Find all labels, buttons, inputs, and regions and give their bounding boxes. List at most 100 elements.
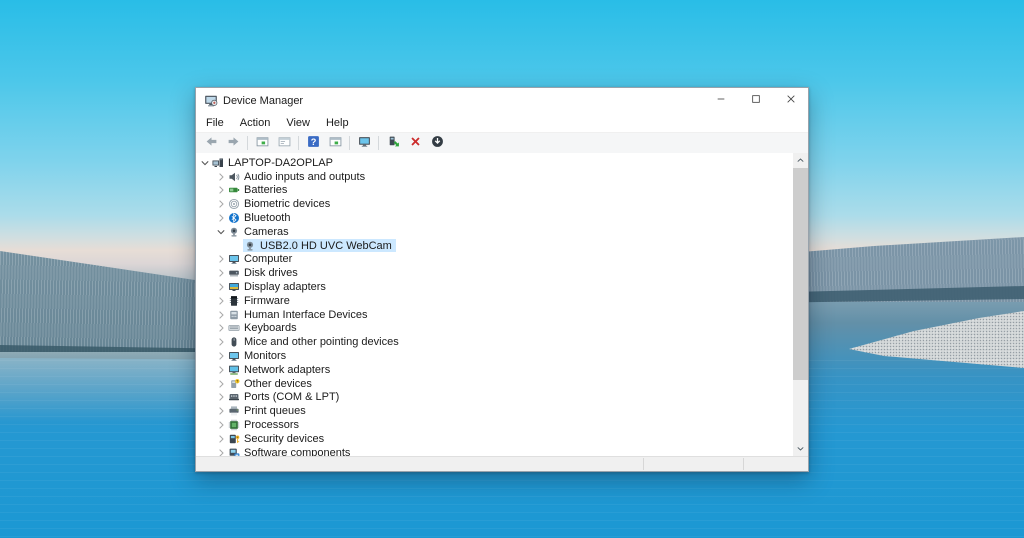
chevron-collapsed-icon[interactable]: [215, 309, 227, 321]
tree-item[interactable]: Batteries: [196, 184, 793, 198]
console-window-button[interactable]: [251, 134, 273, 152]
chevron-collapsed-icon[interactable]: [215, 198, 227, 210]
uninstall-icon: [409, 135, 422, 151]
help-button[interactable]: ?: [302, 134, 324, 152]
chevron-collapsed-icon[interactable]: [215, 447, 227, 456]
tree-item-label: Audio inputs and outputs: [244, 170, 366, 183]
scrollbar-thumb[interactable]: [793, 168, 808, 380]
chevron-collapsed-icon[interactable]: [215, 419, 227, 431]
tree-item[interactable]: USB2.0 HD UVC WebCam: [196, 238, 793, 253]
close-button[interactable]: [773, 88, 808, 113]
tree-item[interactable]: Ports (COM & LPT): [196, 391, 793, 405]
chevron-collapsed-icon[interactable]: [215, 281, 227, 293]
chevron-collapsed-icon[interactable]: [215, 212, 227, 224]
camera-icon: [228, 226, 241, 238]
tree-item-label: USB2.0 HD UVC WebCam: [260, 239, 392, 252]
vertical-scrollbar[interactable]: [793, 153, 808, 456]
chevron-expanded-icon[interactable]: [199, 157, 211, 169]
software-icon: [228, 447, 241, 456]
status-bar: [196, 456, 808, 471]
console-window-button[interactable]: [324, 134, 346, 152]
maximize-button[interactable]: [738, 88, 773, 113]
chevron-collapsed-icon[interactable]: [215, 184, 227, 196]
chevron-expanded-icon[interactable]: [215, 226, 227, 238]
tree-item[interactable]: Biometric devices: [196, 197, 793, 211]
chevron-collapsed-icon[interactable]: [215, 405, 227, 417]
tree-item[interactable]: Network adapters: [196, 363, 793, 377]
ports-icon: [228, 391, 241, 403]
chevron-collapsed-icon[interactable]: [215, 350, 227, 362]
chevron-collapsed-icon[interactable]: [215, 433, 227, 445]
chevron-collapsed-icon[interactable]: [215, 378, 227, 390]
printer-icon: [228, 405, 241, 417]
tree-item-content: Disk drives: [227, 267, 302, 281]
tree-item-content: Batteries: [227, 184, 291, 198]
chevron-collapsed-icon[interactable]: [215, 267, 227, 279]
tree-item[interactable]: Display adapters: [196, 280, 793, 294]
tree-item-label: Network adapters: [244, 363, 331, 376]
firmware-icon: [228, 295, 241, 307]
tree-item[interactable]: LAPTOP-DA2OPLAP: [196, 156, 793, 170]
update-driver-button[interactable]: [382, 134, 404, 152]
tree-item-selected: USB2.0 HD UVC WebCam: [243, 238, 396, 253]
title-bar[interactable]: Device Manager: [196, 88, 808, 113]
tree-item[interactable]: Processors: [196, 418, 793, 432]
monitor-icon: [228, 350, 241, 362]
tree-item[interactable]: Disk drives: [196, 266, 793, 280]
properties-window-button[interactable]: [273, 134, 295, 152]
tree-item[interactable]: Monitors: [196, 349, 793, 363]
back-arrow-button[interactable]: [200, 134, 222, 152]
hid-icon: [228, 309, 241, 321]
menu-action[interactable]: Action: [232, 115, 279, 131]
tree-item[interactable]: Security devices: [196, 432, 793, 446]
fingerprint-icon: [228, 198, 241, 210]
help-icon: ?: [307, 135, 320, 151]
tree-item[interactable]: Keyboards: [196, 322, 793, 336]
window-controls: [703, 88, 808, 113]
tree-item[interactable]: Software components: [196, 446, 793, 456]
menu-help[interactable]: Help: [318, 115, 357, 131]
chevron-collapsed-icon[interactable]: [215, 253, 227, 265]
computer-root-icon: [212, 157, 225, 169]
close-icon: [786, 94, 796, 107]
chevron-collapsed-icon[interactable]: [215, 295, 227, 307]
tree-item[interactable]: Print queues: [196, 404, 793, 418]
disk-icon: [228, 267, 241, 279]
chevron-collapsed-icon[interactable]: [215, 391, 227, 403]
tree-item[interactable]: Computer: [196, 253, 793, 267]
menu-file[interactable]: File: [198, 115, 232, 131]
console-window-icon: [329, 135, 342, 151]
menu-view[interactable]: View: [278, 115, 318, 131]
minimize-icon: [716, 94, 726, 107]
tree-item-label: LAPTOP-DA2OPLAP: [228, 156, 333, 169]
menu-bar: File Action View Help: [196, 113, 808, 133]
tree-item[interactable]: Bluetooth: [196, 211, 793, 225]
scroll-up-icon[interactable]: [793, 153, 808, 168]
tree-item-label: Processors: [244, 419, 300, 432]
tree-item[interactable]: Other devices: [196, 377, 793, 391]
tree-item[interactable]: Human Interface Devices: [196, 308, 793, 322]
minimize-button[interactable]: [703, 88, 738, 113]
uninstall-button[interactable]: [404, 134, 426, 152]
disable-device-button[interactable]: [426, 134, 448, 152]
chevron-collapsed-icon[interactable]: [215, 171, 227, 183]
tree-item-label: Cameras: [244, 225, 289, 238]
tree-item[interactable]: Cameras: [196, 225, 793, 239]
tree-item-content: Software components: [227, 446, 354, 456]
forward-arrow-button[interactable]: [222, 134, 244, 152]
chevron-collapsed-icon[interactable]: [215, 336, 227, 348]
tree-item[interactable]: Audio inputs and outputs: [196, 170, 793, 184]
chevron-collapsed-icon[interactable]: [215, 364, 227, 376]
scroll-down-icon[interactable]: [793, 441, 808, 456]
tree-item-label: Bluetooth: [244, 212, 291, 225]
tree-item[interactable]: Mice and other pointing devices: [196, 335, 793, 349]
tree-item[interactable]: Firmware: [196, 294, 793, 308]
tree-item-label: Other devices: [244, 377, 312, 390]
tree-item-label: Mice and other pointing devices: [244, 336, 399, 349]
status-bar-divider: [643, 458, 644, 470]
webcam-icon: [244, 240, 257, 252]
forward-arrow-icon: [227, 135, 240, 151]
scan-hardware-button[interactable]: [353, 134, 375, 152]
chevron-collapsed-icon[interactable]: [215, 322, 227, 334]
tree-item-content: Other devices: [227, 377, 316, 391]
